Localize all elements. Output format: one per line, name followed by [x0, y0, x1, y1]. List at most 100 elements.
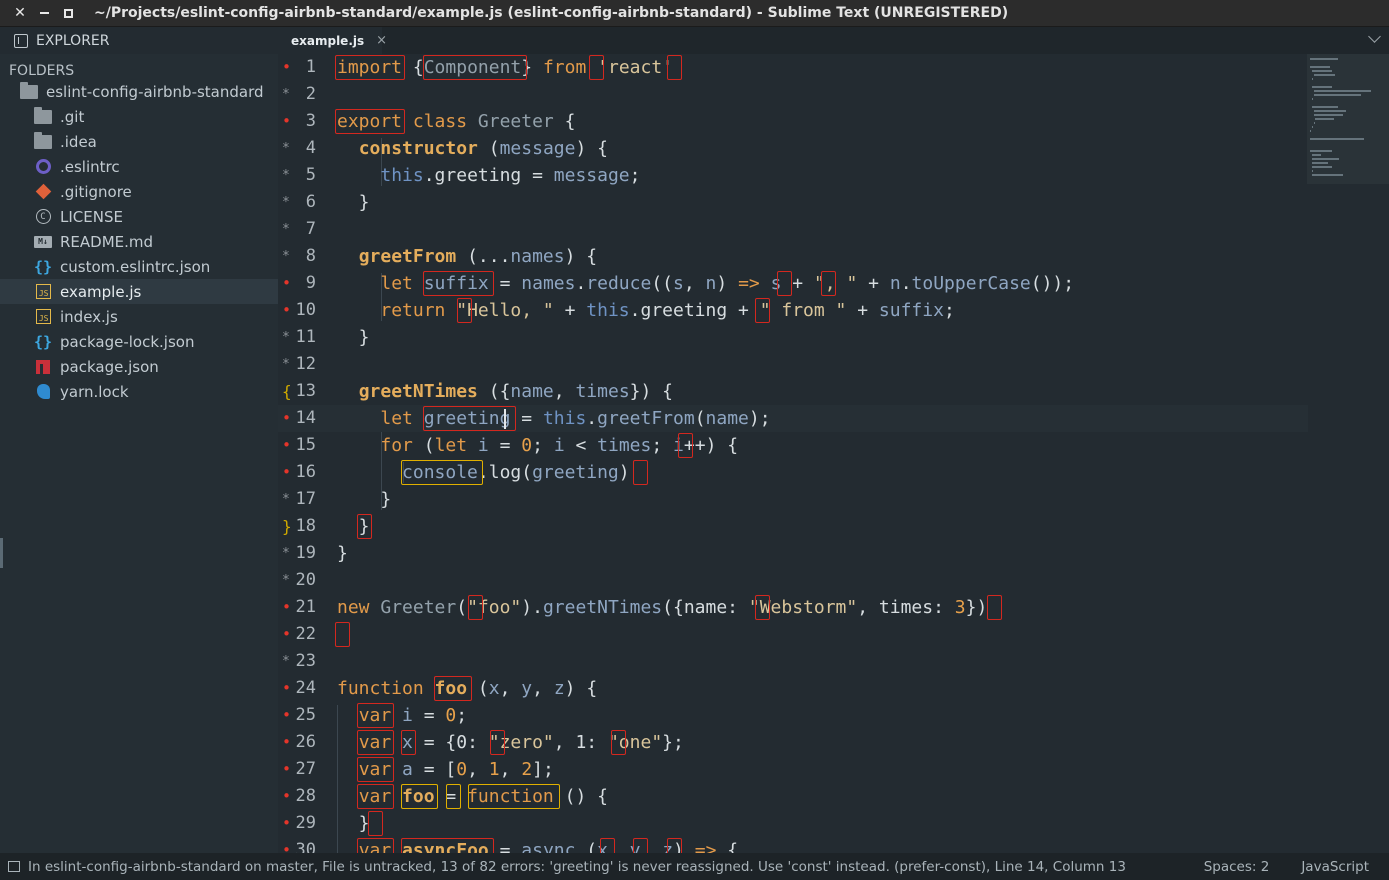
close-icon: ✕: [14, 5, 26, 21]
tab-dropdown-chevron-icon[interactable]: [1368, 30, 1381, 43]
line-number: 28: [295, 786, 316, 806]
tab-label: example.js: [291, 33, 365, 48]
tree-item-package-lock-json[interactable]: {} package-lock.json: [0, 329, 278, 354]
code-text: this.greeting = message;: [380, 165, 641, 186]
code-line[interactable]: } 18 }: [278, 513, 1308, 540]
tree-item-label: .eslintrc: [60, 157, 120, 176]
explorer-label: EXPLORER: [36, 32, 110, 49]
panel-toggle-icon[interactable]: [8, 861, 20, 872]
minimap[interactable]: [1307, 54, 1389, 184]
code-line[interactable]: * 19}: [278, 540, 1308, 567]
syntax-selector[interactable]: JavaScript: [1301, 859, 1369, 875]
line-number: 13: [295, 381, 316, 401]
line-number: 3: [305, 111, 316, 131]
lint-error-highlight: [357, 514, 373, 539]
minimap-line: [1310, 130, 1311, 132]
status-message: In eslint-config-airbnb-standard on mast…: [28, 858, 1126, 875]
minimize-window-button[interactable]: [32, 0, 56, 27]
code-line[interactable]: • 24 function foo (x, y, z) {: [278, 675, 1308, 702]
code-line[interactable]: * 23: [278, 648, 1308, 675]
lint-error-highlight: [666, 838, 682, 853]
tree-item-yarn-lock[interactable]: yarn.lock: [0, 379, 278, 404]
code-line[interactable]: • 29 }: [278, 810, 1308, 837]
tree-item-package-json[interactable]: package.json: [0, 354, 278, 379]
tree-item-custom-eslintrc-json[interactable]: {} custom.eslintrc.json: [0, 254, 278, 279]
code-line[interactable]: • 25 var i = 0;: [278, 702, 1308, 729]
code-line[interactable]: * 7: [278, 216, 1308, 243]
tree-item-label: README.md: [60, 232, 154, 251]
lint-warning-highlight: [445, 784, 461, 809]
tree-item-license[interactable]: C LICENSE: [0, 204, 278, 229]
lint-error-highlight: [633, 460, 649, 485]
code-line[interactable]: * 2: [278, 81, 1308, 108]
json-icon: {}: [33, 257, 53, 276]
code-text: greetNTimes ({name, times}) {: [358, 381, 674, 402]
code-line[interactable]: • 10 return "Hello, " + this.greeting + "…: [278, 297, 1308, 324]
tree-item-git[interactable]: .git: [0, 104, 278, 129]
code-editor[interactable]: • 1 import {Component} from 'react' * 2 • 3 exp…: [278, 54, 1389, 853]
code-line[interactable]: * 17 }: [278, 486, 1308, 513]
tree-root-folder[interactable]: eslint-config-airbnb-standard: [0, 79, 278, 104]
lint-warning-highlight: [401, 784, 439, 809]
minimap-line: [1311, 86, 1332, 88]
tree-item-eslintrc[interactable]: .eslintrc: [0, 154, 278, 179]
tree-item-readme-md[interactable]: M↓ README.md: [0, 229, 278, 254]
line-number: 14: [295, 408, 316, 428]
minimap-line: [1310, 66, 1330, 68]
close-window-button[interactable]: ✕: [8, 0, 32, 27]
git-icon: [34, 183, 52, 200]
code-line[interactable]: * 8 greetFrom (...names) {: [278, 243, 1308, 270]
explorer-header[interactable]: EXPLORER: [0, 27, 278, 54]
tree-item-label: LICENSE: [60, 207, 123, 226]
code-line[interactable]: • 26 var x = {0: "zero", 1: "one"};: [278, 729, 1308, 756]
line-number: 5: [305, 165, 316, 185]
code-text: }: [337, 489, 392, 510]
explorer-icon: [14, 33, 28, 48]
code-line[interactable]: * 11 }: [278, 324, 1308, 351]
tree-item-gitignore[interactable]: .gitignore: [0, 179, 278, 204]
tree-item-idea[interactable]: .idea: [0, 129, 278, 154]
code-line[interactable]: • 3 export class Greeter {: [278, 108, 1308, 135]
lint-error-highlight: [335, 109, 406, 134]
code-line[interactable]: • 27 var a = [0, 1, 2];: [278, 756, 1308, 783]
code-line[interactable]: • 22: [278, 621, 1308, 648]
indentation-selector[interactable]: Spaces: 2: [1204, 859, 1270, 875]
code-text: let greeting = this.greetFrom(name);: [380, 408, 771, 429]
minimap-line: [1311, 106, 1338, 108]
tree-item-label: example.js: [60, 282, 142, 301]
folder-icon: [34, 106, 52, 125]
tab-close-icon[interactable]: ×: [376, 33, 387, 48]
lint-error-highlight: [434, 676, 472, 701]
code-line[interactable]: {13 greetNTimes ({name, times}) {: [278, 378, 1308, 405]
markdown-icon: M↓: [34, 234, 52, 250]
code-text: new Greeter("foo").greetNTimes({name: "W…: [337, 597, 988, 618]
line-number: 23: [295, 651, 316, 671]
minimap-line: [1311, 98, 1313, 100]
minimap-line: [1311, 78, 1313, 80]
tab-example-js[interactable]: example.js ×: [278, 27, 387, 54]
lint-error-highlight: [754, 298, 770, 323]
minimap-line: [1313, 110, 1346, 112]
tree-item-label: yarn.lock: [60, 382, 129, 401]
tree-item-label: eslint-config-airbnb-standard: [46, 82, 264, 101]
code-text: constructor (message) {: [358, 138, 608, 159]
code-line[interactable]: * 4 constructor (message) {: [278, 135, 1308, 162]
line-number: 11: [295, 327, 316, 347]
code-line[interactable]: • 21 new Greeter("foo").greetNTimes({name:…: [278, 594, 1308, 621]
tree-item-example-js[interactable]: JS example.js: [0, 279, 278, 304]
code-line[interactable]: * 20: [278, 567, 1308, 594]
code-line[interactable]: * 12: [278, 351, 1308, 378]
license-icon: C: [34, 209, 52, 225]
sidebar-scroll-indicator: [0, 538, 3, 568]
minimap-line: [1313, 90, 1372, 92]
line-number: 25: [295, 705, 316, 725]
code-line[interactable]: * 5 this.greeting = message;: [278, 162, 1308, 189]
tree-item-index-js[interactable]: JS index.js: [0, 304, 278, 329]
minimap-line: [1311, 126, 1313, 128]
code-text: return "Hello, " + this.greeting + " fro…: [380, 300, 955, 321]
lint-error-highlight: [677, 433, 693, 458]
code-line[interactable]: • 15 for (let i = 0; i < times; i++) {: [278, 432, 1308, 459]
maximize-window-button[interactable]: [56, 0, 80, 27]
lint-error-highlight: [600, 838, 616, 853]
code-line[interactable]: * 6 }: [278, 189, 1308, 216]
